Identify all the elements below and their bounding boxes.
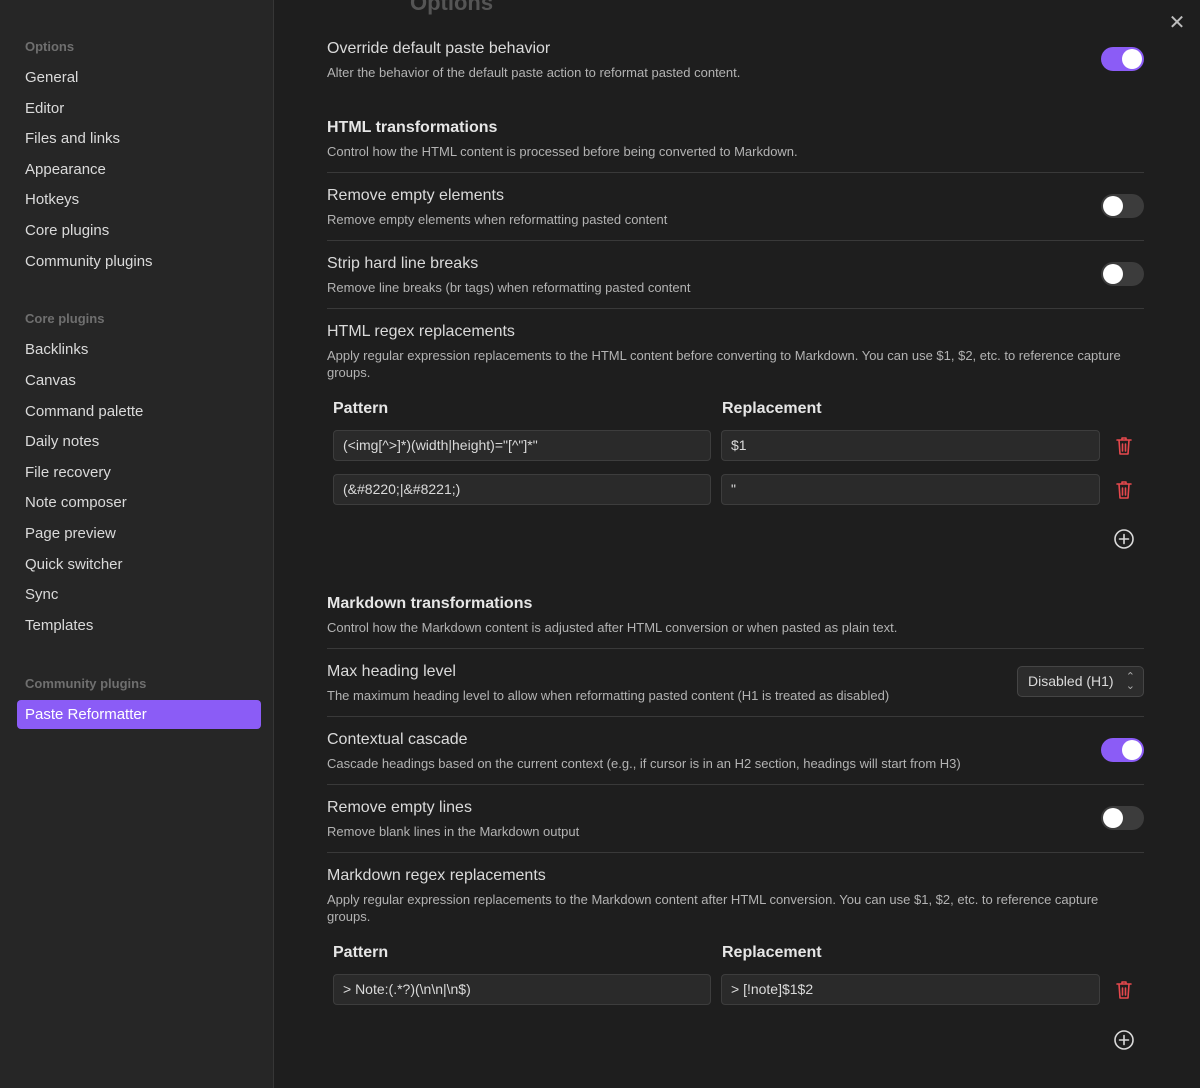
- html-regex-replacement-input[interactable]: ": [721, 474, 1100, 505]
- md-regex-replacement-input[interactable]: > [!note]$1$2: [721, 974, 1100, 1005]
- toggle-knob: [1103, 808, 1123, 828]
- toggle-strip-line-breaks[interactable]: [1101, 262, 1144, 286]
- toggle-knob: [1103, 264, 1123, 284]
- divider: [327, 648, 1144, 649]
- html-regex-pattern-input[interactable]: (<img[^>]*)(width|height)="[^"]*": [333, 430, 711, 461]
- settings-content: Override default paste behavior Alter th…: [275, 0, 1200, 1088]
- trash-icon[interactable]: [1115, 436, 1133, 456]
- setting-name-remove-empty-elements: Remove empty elements: [327, 187, 504, 204]
- column-header-replacement: Replacement: [722, 400, 822, 417]
- divider: [327, 308, 1144, 309]
- setting-desc-md-regex: Apply regular expression replacements to…: [327, 892, 1099, 924]
- sidebar-section-community-plugins: Community plugins: [25, 676, 147, 691]
- toggle-contextual-cascade[interactable]: [1101, 738, 1144, 762]
- sidebar-item-editor[interactable]: Editor: [17, 94, 261, 123]
- add-html-regex-icon[interactable]: [1113, 528, 1135, 550]
- sidebar-section-options: Options: [25, 39, 75, 54]
- toggle-knob: [1122, 740, 1142, 760]
- sidebar-item-page-preview[interactable]: Page preview: [17, 519, 261, 548]
- sidebar-item-canvas[interactable]: Canvas: [17, 366, 261, 395]
- divider: [327, 852, 1144, 853]
- trash-icon[interactable]: [1115, 980, 1133, 1000]
- add-md-regex-icon[interactable]: [1113, 1029, 1135, 1051]
- max-heading-select-value: Disabled (H1): [1028, 673, 1114, 689]
- setting-name-strip-line-breaks: Strip hard line breaks: [327, 255, 479, 272]
- sidebar-item-note-composer[interactable]: Note composer: [17, 488, 261, 517]
- column-header-pattern: Pattern: [333, 400, 389, 417]
- html-regex-pattern-input[interactable]: (&#8220;|&#8221;): [333, 474, 711, 505]
- sidebar-item-file-recovery[interactable]: File recovery: [17, 458, 261, 487]
- sidebar-item-appearance[interactable]: Appearance: [17, 155, 261, 184]
- setting-name-remove-empty-lines: Remove empty lines: [327, 799, 472, 816]
- html-regex-replacement-input[interactable]: $1: [721, 430, 1100, 461]
- toggle-knob: [1122, 49, 1142, 69]
- sidebar-item-core-plugins[interactable]: Core plugins: [17, 216, 261, 245]
- sidebar-item-quick-switcher[interactable]: Quick switcher: [17, 550, 261, 579]
- setting-name-override: Override default paste behavior: [327, 40, 551, 57]
- section-heading-html: HTML transformations: [327, 119, 498, 136]
- settings-sidebar: Options General Editor Files and links A…: [0, 0, 274, 1088]
- setting-desc-max-heading: The maximum heading level to allow when …: [327, 688, 890, 703]
- setting-name-html-regex: HTML regex replacements: [327, 323, 515, 340]
- max-heading-select[interactable]: Disabled (H1) ⌃ ⌄: [1017, 666, 1144, 697]
- section-heading-markdown: Markdown transformations: [327, 595, 533, 612]
- setting-desc-strip-line-breaks: Remove line breaks (br tags) when reform…: [327, 280, 691, 295]
- section-desc-html: Control how the HTML content is processe…: [327, 144, 798, 159]
- column-header-pattern: Pattern: [333, 944, 389, 961]
- sidebar-item-backlinks[interactable]: Backlinks: [17, 335, 261, 364]
- setting-name-md-regex: Markdown regex replacements: [327, 867, 546, 884]
- trash-icon[interactable]: [1115, 480, 1133, 500]
- divider: [327, 172, 1144, 173]
- sidebar-item-sync[interactable]: Sync: [17, 580, 261, 609]
- sidebar-item-paste-reformatter[interactable]: Paste Reformatter: [17, 700, 261, 729]
- sidebar-section-core-plugins: Core plugins: [25, 311, 105, 326]
- section-desc-markdown: Control how the Markdown content is adju…: [327, 620, 898, 635]
- toggle-remove-empty-lines[interactable]: [1101, 806, 1144, 830]
- setting-name-max-heading: Max heading level: [327, 663, 456, 680]
- setting-desc-override: Alter the behavior of the default paste …: [327, 65, 741, 80]
- setting-desc-contextual-cascade: Cascade headings based on the current co…: [327, 756, 961, 771]
- column-header-replacement: Replacement: [722, 944, 822, 961]
- chevron-updown-icon: ⌃ ⌄: [1125, 671, 1135, 692]
- divider: [327, 716, 1144, 717]
- sidebar-item-community-plugins[interactable]: Community plugins: [17, 247, 261, 276]
- sidebar-item-command-palette[interactable]: Command palette: [17, 397, 261, 426]
- sidebar-item-daily-notes[interactable]: Daily notes: [17, 427, 261, 456]
- toggle-knob: [1103, 196, 1123, 216]
- divider: [327, 240, 1144, 241]
- setting-desc-html-regex: Apply regular expression replacements to…: [327, 348, 1121, 380]
- setting-name-contextual-cascade: Contextual cascade: [327, 731, 468, 748]
- toggle-override-paste[interactable]: [1101, 47, 1144, 71]
- md-regex-pattern-input[interactable]: > Note:(.*?)(\n\n|\n$): [333, 974, 711, 1005]
- toggle-remove-empty-elements[interactable]: [1101, 194, 1144, 218]
- setting-desc-remove-empty-elements: Remove empty elements when reformatting …: [327, 212, 668, 227]
- setting-desc-remove-empty-lines: Remove blank lines in the Markdown outpu…: [327, 824, 580, 839]
- sidebar-item-hotkeys[interactable]: Hotkeys: [17, 185, 261, 214]
- divider: [327, 784, 1144, 785]
- sidebar-item-files-and-links[interactable]: Files and links: [17, 124, 261, 153]
- sidebar-item-templates[interactable]: Templates: [17, 611, 261, 640]
- sidebar-item-general[interactable]: General: [17, 63, 261, 92]
